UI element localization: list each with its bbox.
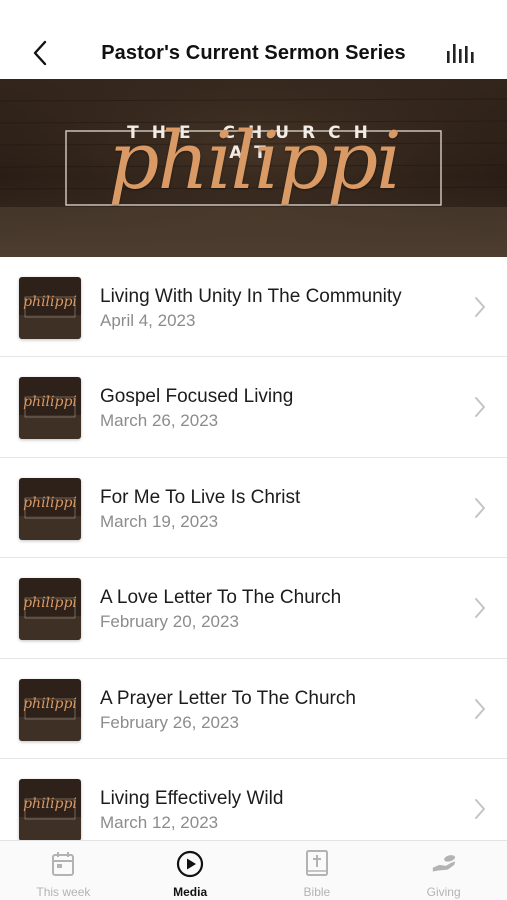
page-title: Pastor's Current Sermon Series (101, 41, 406, 64)
back-button[interactable] (28, 40, 52, 66)
tab-bible[interactable]: Bible (254, 841, 381, 900)
series-banner: THE CHURCH AT philippi (0, 79, 507, 257)
tab-media-label: Media (173, 885, 208, 899)
bible-icon (303, 850, 331, 878)
sermon-row[interactable]: philippi Gospel Focused Living March 26, 2… (0, 357, 507, 458)
sermon-row[interactable]: philippi For Me To Live Is Christ March 19… (0, 457, 507, 559)
chevron-right-icon (475, 798, 485, 819)
sermon-row[interactable]: philippi A Prayer Letter To The Church Feb… (0, 658, 507, 759)
sermon-thumbnail: philippi (19, 778, 81, 840)
thumbnail-script: philippi (23, 294, 77, 310)
sermon-list: philippi Living With Unity In The Communi… (0, 257, 507, 840)
sermon-thumbnail: philippi (19, 678, 81, 741)
sermon-date: March 26, 2023 (100, 411, 219, 431)
sermon-row[interactable]: philippi A Love Letter To The Church Febru… (0, 558, 507, 659)
sermon-title: Gospel Focused Living (100, 386, 294, 408)
banner-script-title: philippi (108, 114, 402, 207)
sermon-title: Living Effectively Wild (100, 787, 284, 809)
thumbnail-script: philippi (23, 795, 77, 812)
sermon-thumbnail: philippi (19, 477, 81, 540)
sermon-date: February 26, 2023 (100, 712, 239, 732)
audio-bars-button[interactable] (445, 41, 477, 65)
sermon-title: For Me To Live Is Christ (100, 486, 301, 508)
nav-bar: Pastor's Current Sermon Series (0, 28, 507, 78)
chevron-right-icon (475, 698, 485, 719)
chevron-right-icon (475, 397, 485, 418)
sermon-date: April 4, 2023 (100, 311, 196, 330)
sermon-date: March 12, 2023 (100, 812, 219, 832)
thumbnail-script: philippi (23, 494, 77, 511)
chevron-right-icon (475, 598, 485, 619)
sermon-title: Living With Unity In The Community (100, 286, 402, 307)
calendar-icon (49, 850, 77, 878)
thumbnail-script: philippi (23, 695, 77, 712)
sermon-row[interactable]: philippi Living With Unity In The Communi… (0, 257, 507, 358)
audio-bars-icon (447, 44, 474, 63)
tab-this-week[interactable]: This week (0, 841, 127, 900)
chevron-left-icon (33, 40, 47, 66)
tab-giving-label: Giving (426, 885, 461, 899)
chevron-right-icon (475, 297, 485, 317)
tab-bar: This week Media Bible Giving (0, 840, 507, 900)
sermon-title: A Love Letter To The Church (100, 587, 342, 609)
sermon-date: March 19, 2023 (100, 511, 219, 531)
sermon-thumbnail: philippi (19, 578, 81, 641)
thumbnail-script: philippi (23, 394, 77, 411)
sermon-thumbnail: philippi (19, 377, 81, 440)
thumbnail-script: philippi (23, 595, 77, 612)
sermon-thumbnail: philippi (19, 277, 81, 339)
sermon-row[interactable]: philippi Living Effectively Wild March 12,… (0, 758, 507, 840)
status-bar (0, 0, 507, 28)
tab-media[interactable]: Media (127, 841, 254, 900)
play-circle-icon (176, 850, 204, 878)
chevron-right-icon (475, 497, 485, 518)
giving-hand-icon (430, 850, 458, 878)
tab-giving[interactable]: Giving (380, 841, 507, 900)
sermon-title: A Prayer Letter To The Church (100, 687, 356, 709)
sermon-date: February 20, 2023 (100, 612, 239, 632)
tab-this-week-label: This week (36, 885, 91, 899)
tab-bible-label: Bible (303, 885, 331, 899)
